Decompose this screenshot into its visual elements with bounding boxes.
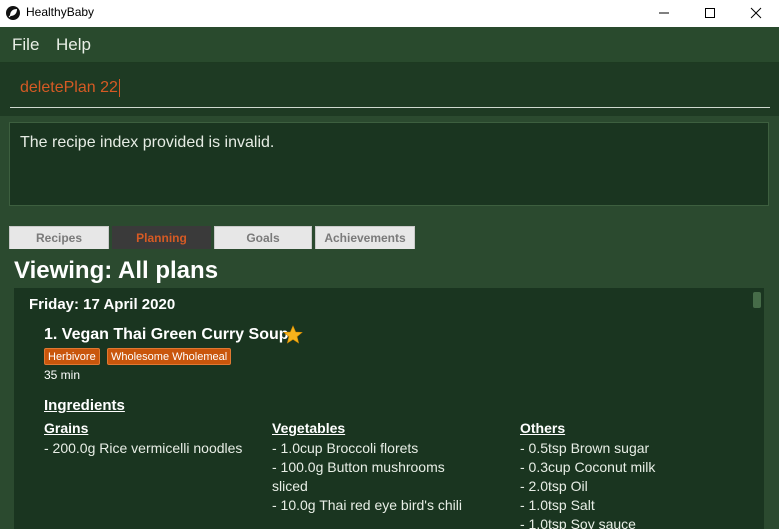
tag-herbivore: Herbivore: [44, 348, 100, 365]
vegetables-item: - 100.0g Button mushrooms: [272, 459, 445, 475]
others-item: - 1.0tsp Soy sauce: [520, 516, 636, 529]
close-button[interactable]: [733, 0, 779, 27]
vegetables-item: - 1.0cup Broccoli florets: [272, 440, 419, 456]
result-display: The recipe index provided is invalid.: [9, 122, 769, 206]
tab-recipes[interactable]: Recipes: [9, 226, 109, 249]
minimize-button[interactable]: [641, 0, 687, 27]
ingredients-heading: Ingredients: [44, 397, 125, 414]
tab-goals[interactable]: Goals: [214, 226, 312, 249]
maximize-icon: [705, 8, 715, 18]
vegetables-item: - 10.0g Thai red eye bird's chili: [272, 497, 462, 513]
command-area: deletePlan 22: [0, 63, 779, 116]
others-item: - 0.5tsp Brown sugar: [520, 440, 650, 456]
grains-item: - 200.0g Rice vermicelli noodles: [44, 440, 243, 456]
app-leaf-icon: [6, 6, 20, 20]
menu-bar: File Help: [0, 27, 779, 63]
others-item: - 0.3cup Coconut milk: [520, 459, 656, 475]
view-title: Viewing: All plans: [14, 257, 219, 284]
scroll-thumb[interactable]: [753, 292, 761, 308]
vegetables-heading: Vegetables: [272, 420, 346, 436]
command-box[interactable]: deletePlan 22: [10, 71, 770, 108]
others-item: - 2.0tsp Oil: [520, 478, 588, 494]
command-input-text: deletePlan 22: [20, 79, 118, 97]
plan-list[interactable]: Friday: 17 April 2020 1. Vegan Thai Gree…: [14, 288, 764, 529]
others-item: - 1.0tsp Salt: [520, 497, 595, 513]
text-caret: [118, 79, 120, 97]
star-icon: [283, 325, 303, 344]
grains-heading: Grains: [44, 420, 89, 436]
vegetables-item: sliced: [272, 478, 308, 494]
tab-achievements[interactable]: Achievements: [315, 226, 415, 249]
tag-wholesome-wholemeal: Wholesome Wholemeal: [107, 348, 232, 365]
maximize-button[interactable]: [687, 0, 733, 27]
close-icon: [750, 7, 762, 19]
others-heading: Others: [520, 420, 566, 436]
recipe-title: 1. Vegan Thai Green Curry Soup: [44, 326, 289, 343]
day-header: Friday: 17 April 2020: [29, 296, 176, 313]
window-title: HealthyBaby: [26, 5, 95, 19]
title-bar: HealthyBaby: [0, 0, 779, 27]
result-message: The recipe index provided is invalid.: [20, 134, 275, 151]
result-area: The recipe index provided is invalid.: [0, 116, 779, 213]
menu-file[interactable]: File: [12, 35, 39, 55]
vertical-scrollbar[interactable]: [749, 288, 764, 529]
planning-panel: Viewing: All plans Friday: 17 April 2020…: [9, 249, 775, 529]
recipe-duration: 35 min: [44, 368, 81, 382]
tab-planning[interactable]: Planning: [112, 226, 211, 249]
minimize-icon: [659, 12, 669, 14]
menu-help[interactable]: Help: [56, 35, 91, 55]
command-input[interactable]: deletePlan 22: [20, 79, 760, 97]
